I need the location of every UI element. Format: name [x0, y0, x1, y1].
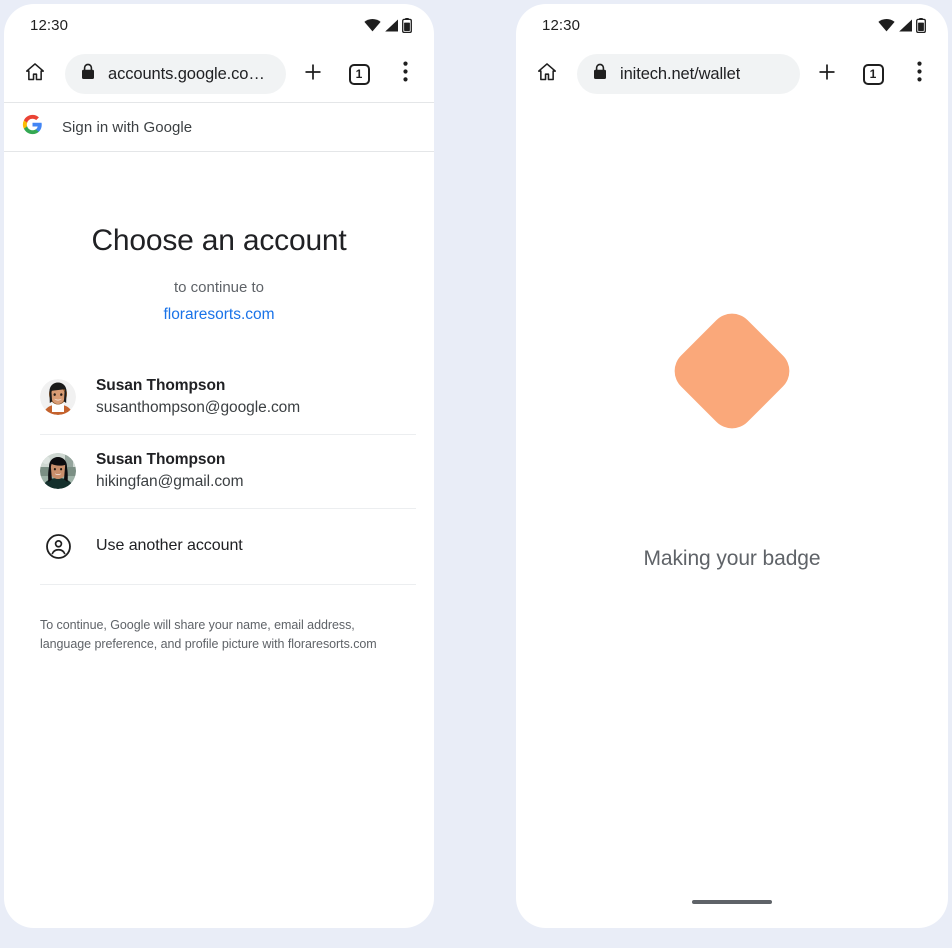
use-another-account-row[interactable]: Use another account [40, 509, 416, 585]
browser-menu-button[interactable] [904, 59, 934, 89]
status-bar-left: 12:30 [4, 4, 434, 46]
overflow-menu-icon [916, 61, 922, 87]
continue-to-label: to continue to [173, 279, 265, 296]
home-button[interactable] [530, 57, 564, 91]
new-tab-button[interactable] [812, 59, 842, 89]
battery-icon [916, 17, 926, 33]
badge-caption: Making your badge [643, 547, 821, 570]
home-button[interactable] [18, 57, 52, 91]
badge-loading-page: Making your badge [516, 102, 948, 928]
status-time: 12:30 [542, 16, 581, 34]
google-g-logo [22, 114, 43, 140]
sign-in-with-google-header: Sign in with Google [4, 103, 434, 151]
account-email: hikingfan@gmail.com [96, 473, 244, 490]
browser-menu-button[interactable] [390, 59, 420, 89]
account-chooser: Choose an account to continue to florare… [4, 152, 434, 655]
battery-icon [402, 17, 412, 33]
cellular-signal-icon [384, 19, 399, 32]
wifi-icon [364, 18, 381, 32]
gsi-header-label: Sign in with Google [62, 118, 193, 136]
page-title: Choose an account [91, 224, 347, 257]
account-email: susanthompson@google.com [96, 399, 301, 416]
url-text: initech.net/wallet [620, 64, 741, 83]
account-list: Susan Thompson susanthompson@google.com [4, 361, 434, 585]
tab-switcher-button[interactable]: 1 [344, 59, 374, 89]
phone-left: 12:30 accounts.google.com/o/ 1 Sign in w… [4, 4, 434, 928]
browser-toolbar-left: accounts.google.com/o/ 1 [4, 46, 434, 102]
plus-icon [816, 61, 838, 88]
consent-text: To continue, Google will share your name… [40, 618, 377, 652]
home-icon [24, 61, 46, 88]
url-text: accounts.google.com/o/ [108, 64, 270, 83]
tab-count-badge: 1 [348, 63, 370, 85]
url-bar[interactable]: accounts.google.com/o/ [65, 54, 286, 94]
use-another-account-label: Use another account [96, 537, 243, 554]
status-icons [878, 17, 926, 33]
tab-switcher-button[interactable]: 1 [858, 59, 888, 89]
plus-icon [302, 61, 324, 88]
account-name: Susan Thompson [96, 451, 226, 468]
phone-right: 12:30 initech.net/wallet 1 Making your b… [516, 4, 948, 928]
lock-icon [81, 63, 95, 85]
cellular-signal-icon [898, 19, 913, 32]
account-text: Susan Thompson hikingfan@gmail.com [96, 451, 244, 491]
status-bar-right: 12:30 [516, 4, 948, 46]
status-icons [364, 17, 412, 33]
user-photo-avatar [40, 453, 76, 489]
account-text: Susan Thompson susanthompson@google.com [96, 377, 300, 417]
account-row[interactable]: Susan Thompson hikingfan@gmail.com [40, 435, 416, 509]
overflow-menu-icon [402, 61, 408, 87]
user-photo-avatar [40, 379, 76, 415]
url-bar[interactable]: initech.net/wallet [577, 54, 800, 94]
account-name: Susan Thompson [96, 377, 226, 394]
status-time: 12:30 [30, 16, 69, 34]
home-icon [536, 61, 558, 88]
continue-to-domain-link[interactable]: floraresorts.com [4, 306, 434, 324]
home-indicator[interactable] [692, 900, 772, 904]
badge-placeholder-shape [665, 304, 799, 438]
browser-toolbar-right: initech.net/wallet 1 [516, 46, 948, 102]
screenshot-stage: 12:30 accounts.google.com/o/ 1 Sign in w… [0, 0, 952, 948]
tab-count-badge: 1 [862, 63, 884, 85]
account-circle-icon [40, 528, 76, 564]
account-row[interactable]: Susan Thompson susanthompson@google.com [40, 361, 416, 435]
new-tab-button[interactable] [298, 59, 328, 89]
lock-icon [593, 63, 607, 85]
wifi-icon [878, 18, 895, 32]
